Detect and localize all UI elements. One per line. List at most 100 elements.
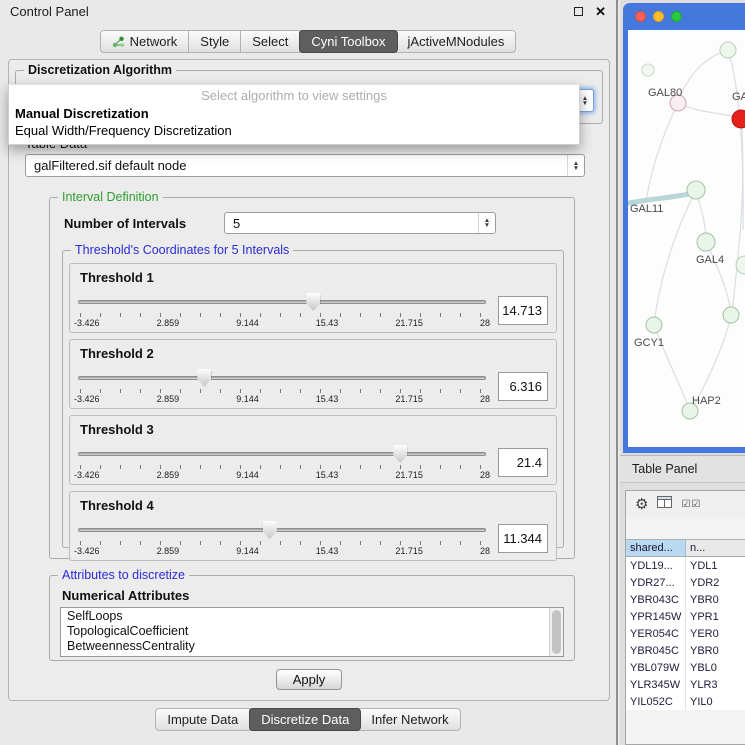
slider-track[interactable] — [78, 300, 486, 304]
slider-thumb[interactable] — [263, 521, 277, 539]
tab-infer-network[interactable]: Infer Network — [360, 709, 459, 730]
network-graph: GAL80 GA GAL11 GAL4 GCY1 HAP2 — [628, 30, 745, 447]
gear-icon[interactable]: ⚙ — [635, 497, 648, 512]
slider-tick-labels: -3.4262.8599.14415.4321.71528 — [74, 470, 490, 480]
table-cell: YIL0 — [686, 693, 745, 710]
network-node — [687, 181, 705, 199]
table-row[interactable]: YDR27...YDR2 — [626, 574, 745, 591]
close-icon[interactable]: ✕ — [595, 5, 606, 18]
tab-label: Infer Network — [371, 712, 448, 727]
tab-label: Style — [200, 34, 229, 49]
table-cell: YBR043C — [626, 591, 686, 608]
close-traffic-icon[interactable] — [635, 11, 646, 22]
network-canvas[interactable]: GAL80 GA GAL11 GAL4 GCY1 HAP2 — [628, 30, 745, 447]
tick-label: 2.859 — [157, 394, 180, 404]
threshold-3-slider[interactable]: -3.4262.8599.14415.4321.71528 — [78, 443, 486, 481]
column-header-name[interactable]: n... — [686, 540, 745, 556]
tick-label: 15.43 — [316, 470, 339, 480]
network-node-gal4 — [697, 233, 715, 251]
threshold-3-value[interactable]: 21.4 — [498, 448, 548, 477]
select-columns-icon[interactable]: ☑☑ — [681, 499, 701, 510]
tab-style[interactable]: Style — [189, 31, 241, 52]
table-data-combobox[interactable]: galFiltered.sif default node ▲▼ — [25, 154, 585, 177]
number-of-intervals-combobox[interactable]: 5 ▲▼ — [224, 212, 496, 234]
columns-icon[interactable] — [657, 495, 672, 513]
control-panel-titlebar: Control Panel ✕ — [0, 0, 616, 22]
threshold-4-slider[interactable]: -3.4262.8599.14415.4321.71528 — [78, 519, 486, 557]
network-view-window[interactable]: GAL80 GA GAL11 GAL4 GCY1 HAP2 — [623, 3, 745, 453]
slider-tick-labels: -3.4262.8599.14415.4321.71528 — [74, 394, 490, 404]
number-of-intervals-value: 5 — [233, 216, 240, 231]
threshold-2-slider[interactable]: -3.4262.8599.14415.4321.71528 — [78, 367, 486, 405]
table-row[interactable]: YIL052CYIL0 — [626, 693, 745, 710]
tick-label: 2.859 — [157, 546, 180, 556]
interval-definition-group: Interval Definition Number of Intervals … — [49, 197, 575, 559]
tab-cyni-toolbox[interactable]: Cyni Toolbox — [299, 30, 397, 53]
threshold-3-block: Threshold 3 -3.4262.8599.14415.4321.7152… — [69, 415, 557, 485]
slider-track[interactable] — [78, 528, 486, 532]
minimize-traffic-icon[interactable] — [653, 11, 664, 22]
node-label-gal4: GAL4 — [696, 254, 724, 266]
table-cell: YIL052C — [626, 693, 686, 710]
tab-select[interactable]: Select — [241, 31, 300, 52]
network-node-gcy1 — [646, 317, 662, 333]
tick-label: 15.43 — [316, 546, 339, 556]
node-label-gal80: GAL80 — [648, 87, 682, 99]
tab-label: Select — [252, 34, 288, 49]
numerical-attributes-listbox[interactable]: SelfLoopsTopologicalCoefficientBetweenne… — [60, 607, 564, 657]
table-data-value: galFiltered.sif default node — [34, 158, 186, 173]
slider-tick-labels: -3.4262.8599.14415.4321.71528 — [74, 318, 490, 328]
threshold-1-slider[interactable]: -3.4262.8599.14415.4321.71528 — [78, 291, 486, 329]
tab-network[interactable]: Network — [101, 31, 190, 52]
threshold-label: Threshold 4 — [80, 498, 548, 513]
table-row[interactable]: YPR145WYPR1 — [626, 608, 745, 625]
table-panel-title: Table Panel — [632, 462, 697, 476]
zoom-traffic-icon[interactable] — [671, 11, 682, 22]
float-window-icon[interactable] — [574, 7, 583, 16]
node-label-hap2: HAP2 — [692, 395, 721, 407]
tab-impute-data[interactable]: Impute Data — [156, 709, 250, 730]
threshold-4-value[interactable]: 11.344 — [498, 524, 548, 553]
slider-ticks — [80, 389, 484, 393]
tab-jactivemnodules[interactable]: jActiveMNodules — [397, 31, 516, 52]
threshold-4-block: Threshold 4 -3.4262.8599.14415.4321.7152… — [69, 491, 557, 561]
combo-arrows-icon: ▲▼ — [567, 155, 584, 176]
table-row[interactable]: YDL19...YDL1 — [626, 557, 745, 574]
tick-label: 28 — [480, 394, 490, 404]
table-row[interactable]: YBR043CYBR0 — [626, 591, 745, 608]
table-row[interactable]: YBL079WYBL0 — [626, 659, 745, 676]
threshold-1-value[interactable]: 14.713 — [498, 296, 548, 325]
slider-track[interactable] — [78, 452, 486, 456]
tab-label: Cyni Toolbox — [311, 34, 385, 49]
tab-label: jActiveMNodules — [408, 34, 505, 49]
network-node — [720, 42, 736, 58]
table-row[interactable]: YBR045CYBR0 — [626, 642, 745, 659]
dropdown-option-equal-width-frequency[interactable]: Equal Width/Frequency Discretization — [9, 122, 579, 139]
network-node-highlighted — [732, 110, 745, 128]
table-cell: YER054C — [626, 625, 686, 642]
attribute-list-item[interactable]: TopologicalCoefficient — [61, 623, 548, 638]
tick-label: 15.43 — [316, 394, 339, 404]
apply-button[interactable]: Apply — [276, 669, 343, 690]
listbox-scrollbar[interactable] — [549, 608, 563, 656]
dropdown-option-manual-discretization[interactable]: Manual Discretization — [9, 105, 579, 122]
threshold-2-value[interactable]: 6.316 — [498, 372, 548, 401]
slider-thumb[interactable] — [197, 369, 211, 387]
table-row[interactable]: YER054CYER0 — [626, 625, 745, 642]
tick-label: 28 — [480, 318, 490, 328]
tick-label: 28 — [480, 470, 490, 480]
dropdown-placeholder-item[interactable]: Select algorithm to view settings — [9, 85, 579, 105]
slider-thumb[interactable] — [393, 445, 407, 463]
table-cell: YBL0 — [686, 659, 745, 676]
table-toolbar: ⚙ ☑☑ — [626, 491, 745, 517]
slider-track[interactable] — [78, 376, 486, 380]
column-header-shared-name[interactable]: shared... — [626, 540, 686, 556]
slider-thumb[interactable] — [306, 293, 320, 311]
attribute-list-item[interactable]: SelfLoops — [61, 608, 548, 623]
slider-ticks — [80, 313, 484, 317]
attribute-list-item[interactable]: BetweennessCentrality — [61, 638, 548, 653]
threshold-label: Threshold 3 — [80, 422, 548, 437]
screen: Control Panel ✕ Network Style Select Cyn… — [0, 0, 745, 745]
table-row[interactable]: YLR345WYLR3 — [626, 676, 745, 693]
tab-discretize-data[interactable]: Discretize Data — [249, 708, 361, 731]
